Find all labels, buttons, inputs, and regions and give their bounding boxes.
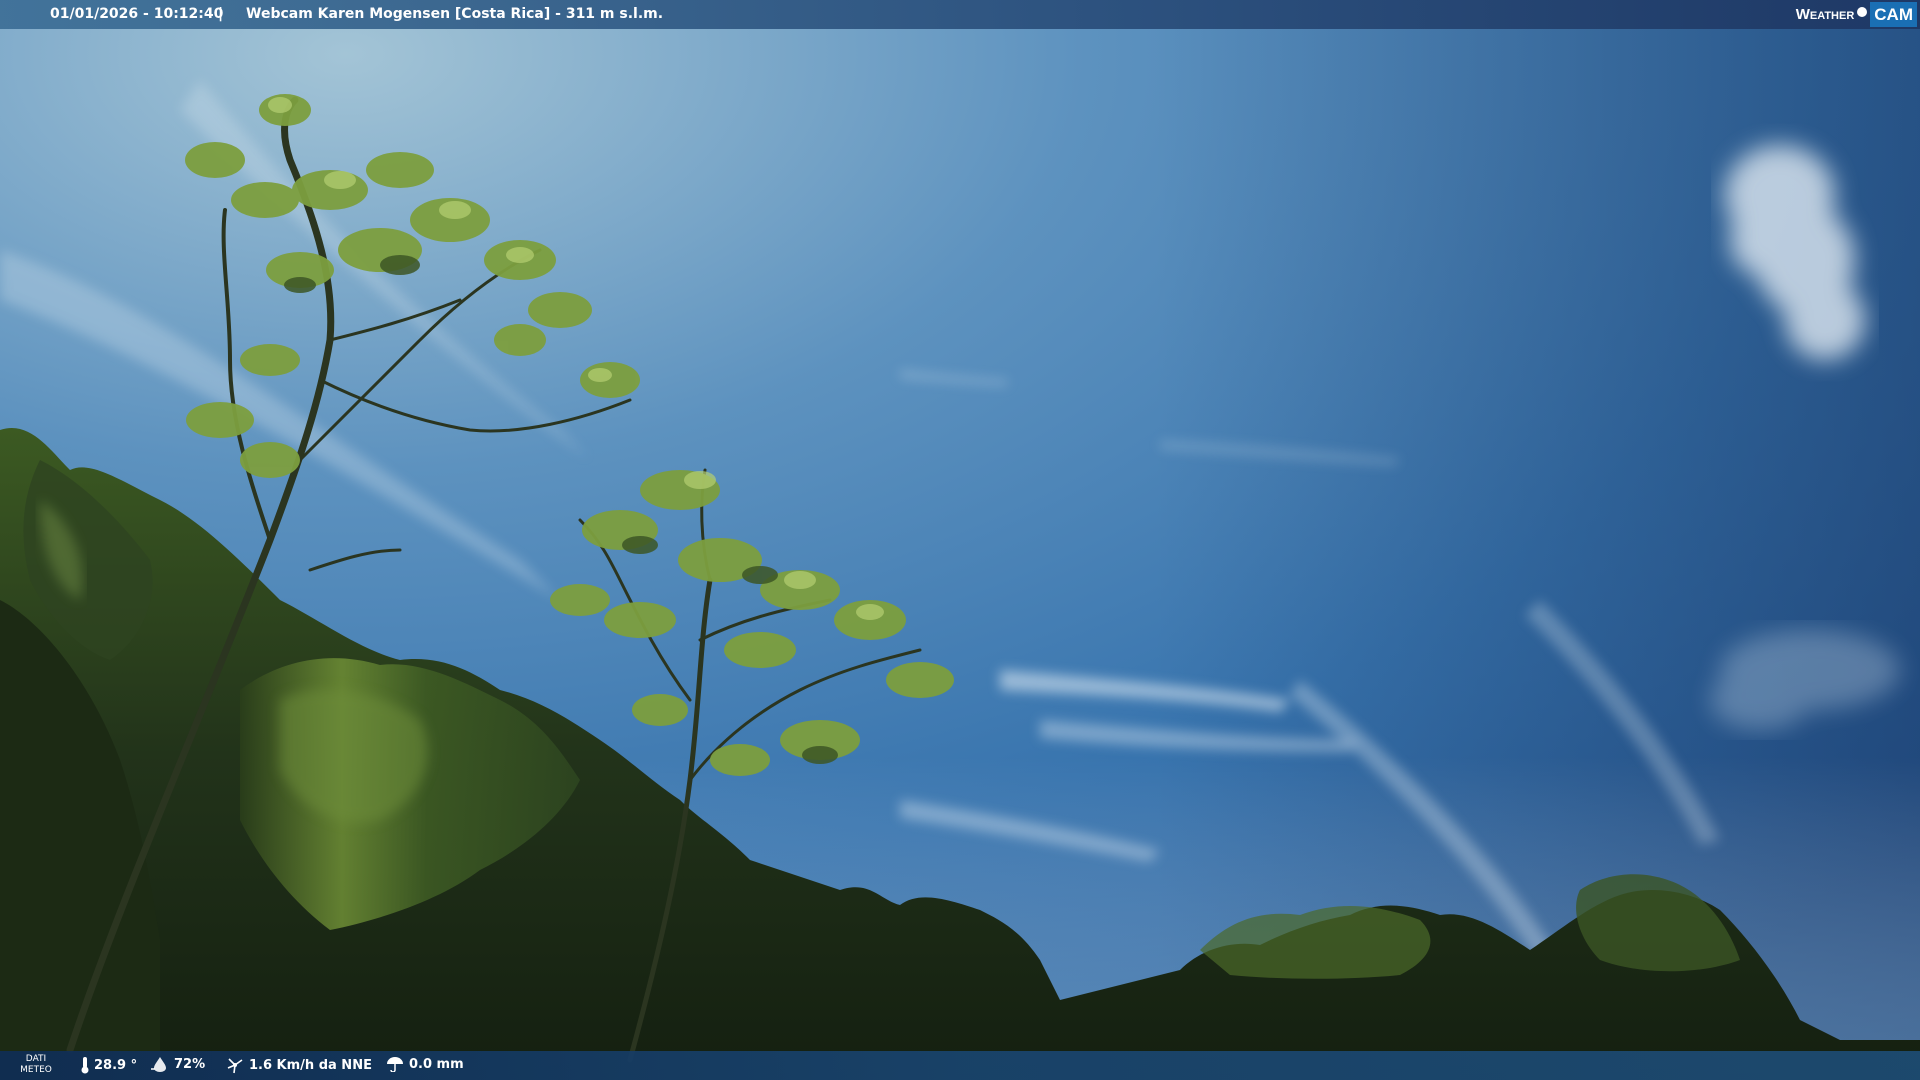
humidity-reading: 72% bbox=[150, 1056, 205, 1072]
webcam-photo bbox=[0, 0, 1920, 1080]
logo-word: Weather bbox=[1795, 6, 1855, 23]
humidity-drop-icon bbox=[151, 1057, 166, 1072]
webcam-title: Webcam Karen Mogensen [Costa Rica] - 311… bbox=[246, 6, 664, 22]
logo-dot-icon bbox=[1857, 6, 1868, 17]
rain-icon bbox=[387, 1057, 403, 1072]
rain-reading: 0.0 mm bbox=[385, 1056, 464, 1072]
logo-cam: CAM bbox=[1870, 2, 1917, 27]
weathercam-logo: Weather CAM bbox=[1796, 2, 1917, 27]
temperature-reading: 28.9 ° bbox=[80, 1056, 137, 1074]
weather-data-bar: DATI METEO 28.9 ° 72% 1.6 Km/h da NNE 0.… bbox=[0, 1051, 1920, 1080]
timestamp: 01/01/2026 - 10:12:40 bbox=[50, 6, 224, 22]
dati-meteo-label: DATI METEO bbox=[20, 1054, 52, 1075]
wind-reading: 1.6 Km/h da NNE bbox=[225, 1056, 372, 1074]
thermometer-icon bbox=[81, 1057, 89, 1074]
separator: | bbox=[218, 6, 224, 22]
top-info-bar: 01/01/2026 - 10:12:40 | Webcam Karen Mog… bbox=[0, 0, 1920, 29]
wind-icon bbox=[227, 1058, 243, 1074]
sky-forest-scene bbox=[0, 0, 1920, 1080]
webcam-frame: 01/01/2026 - 10:12:40 | Webcam Karen Mog… bbox=[0, 0, 1920, 1080]
